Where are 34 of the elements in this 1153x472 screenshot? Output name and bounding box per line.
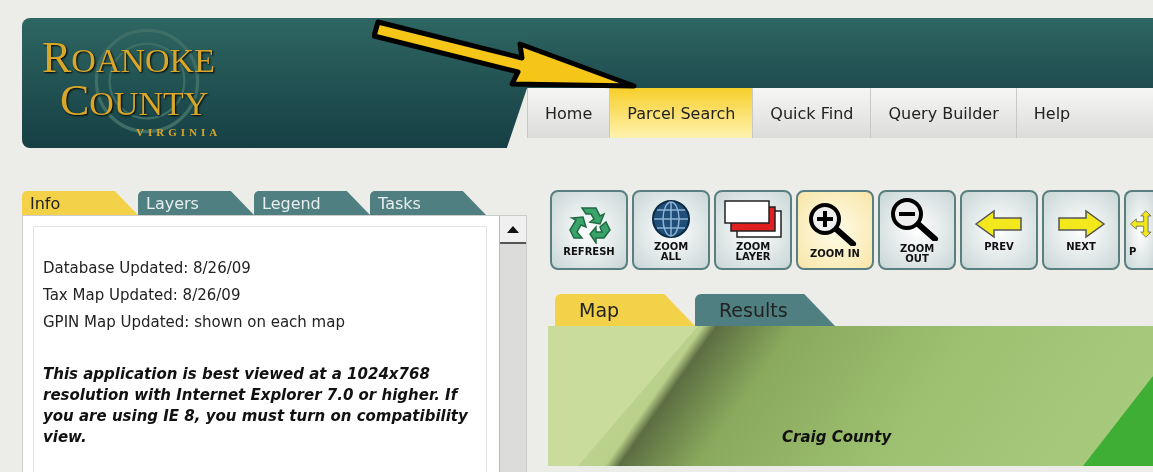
left-arrow-icon — [974, 208, 1024, 239]
toolbar-button[interactable]: NEXT — [1042, 190, 1120, 270]
logo-subtitle: VIRGINIA — [136, 126, 223, 138]
toolbar-button[interactable]: P — [1124, 190, 1153, 270]
panel-tab[interactable]: Legend — [254, 191, 370, 215]
terrain-map[interactable]: Craig County — [548, 326, 1153, 466]
scroll-up-button[interactable] — [500, 216, 526, 244]
globe-icon — [651, 198, 691, 239]
toolbar-button[interactable]: ZOOM ALL — [632, 190, 710, 270]
notice-text: This application is best viewed at a 1024x768 resolution with Internet Explorer 7.0 or higher. If you are using IE 8, you must turn on compatibility view. — [43, 364, 469, 448]
nav-tab[interactable]: Query Builder — [870, 88, 1016, 138]
info-text: Tax Map Updated: 8/26/09 — [43, 285, 242, 306]
info-text: GPIN Map Updated: shown on each map — [43, 312, 346, 333]
logo-text: ROANOKE — [42, 38, 216, 81]
map-label: Craig County — [782, 428, 892, 446]
map-tab[interactable]: Map — [555, 294, 695, 326]
toolbar-button[interactable]: ZOOM IN — [796, 190, 874, 270]
scrollbar[interactable] — [499, 216, 526, 472]
panel-tab[interactable]: Tasks — [370, 191, 486, 215]
nav-tab[interactable]: Quick Find — [752, 88, 871, 138]
right-arrow-icon — [1056, 208, 1106, 239]
nav-tab[interactable]: Parcel Search — [609, 88, 753, 138]
layers-icon — [723, 198, 783, 239]
nav-tab[interactable]: Help — [1015, 88, 1088, 138]
panel-tab[interactable]: Layers — [138, 191, 254, 215]
toolbar-button[interactable]: ZOOM LAYER — [714, 190, 792, 270]
toolbar-button[interactable]: PREV — [960, 190, 1038, 270]
map-tab[interactable]: Results — [695, 294, 835, 326]
panel-tab[interactable]: Info — [22, 191, 138, 215]
toolbar-button[interactable]: ZOOM OUT — [878, 190, 956, 270]
up-arrow-icon — [507, 225, 519, 233]
toolbar-button[interactable]: REFRESH — [550, 190, 628, 270]
info-text: Database Updated: 8/26/09 — [43, 258, 252, 279]
logo-text: COUNTY — [60, 81, 210, 124]
